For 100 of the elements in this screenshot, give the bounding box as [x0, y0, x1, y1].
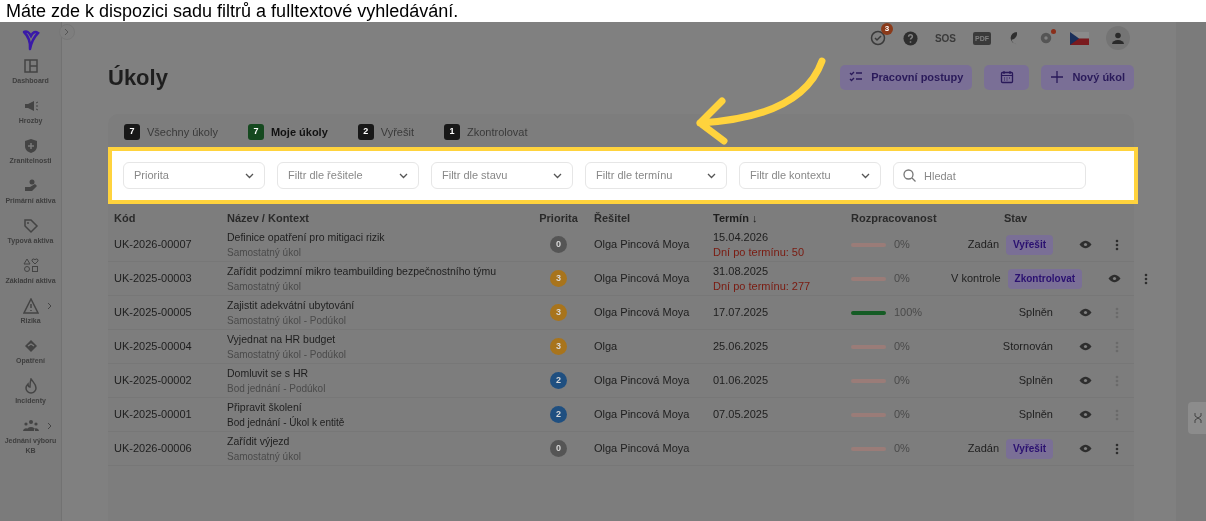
tab[interactable]: 1 Zkontrolovat	[444, 123, 528, 141]
more-icon[interactable]	[1144, 272, 1149, 285]
toolbar-button[interactable]: Pracovní postupy	[840, 64, 973, 90]
plus-icon	[1050, 70, 1065, 84]
search-icon	[903, 169, 916, 182]
flag-icon[interactable]	[1070, 31, 1089, 45]
notification-badge: 3	[880, 23, 893, 35]
filter-dropdown[interactable]: Filtr dle kontextu	[739, 162, 881, 189]
status-text: Splněn	[1018, 407, 1053, 423]
help-icon[interactable]	[902, 30, 918, 46]
table-cell-text: UK-2025-00004	[113, 339, 193, 355]
filter-dropdown[interactable]: Filtr dle řešitele	[277, 162, 419, 189]
task-name: Připravit školení	[227, 399, 303, 415]
count-badge: 7	[247, 124, 264, 140]
column-header[interactable]: Kód	[108, 209, 227, 227]
column-header[interactable]: Stav	[951, 209, 1134, 227]
caption-text: Máte zde k dispozici sadu filtrů a fulltextové vyhledávání.	[6, 0, 459, 22]
eye-icon[interactable]	[1079, 410, 1092, 419]
chevron-down-icon	[399, 172, 408, 179]
more-icon[interactable]	[1115, 238, 1119, 251]
table-cell-text: UK-2026-00007	[113, 237, 193, 253]
toolbar-button[interactable]: Nový úkol	[1041, 64, 1134, 90]
task-name: Zajistit adekvátní ubytování	[227, 297, 356, 313]
tag-icon	[22, 218, 39, 234]
table-cell-text: Olga	[594, 339, 619, 355]
warning-icon	[22, 298, 39, 314]
chevron-down-icon	[553, 172, 562, 179]
people-icon	[22, 418, 39, 434]
settings-icon[interactable]	[1039, 31, 1053, 45]
eye-icon[interactable]	[1079, 240, 1092, 249]
table-cell-text: Olga Pincová Moya	[594, 407, 691, 423]
chevron-down-icon	[707, 172, 716, 179]
eye-icon[interactable]	[1079, 342, 1092, 351]
table-cell-text: Olga Pincová Moya	[594, 271, 691, 287]
calendar-button[interactable]	[984, 64, 1030, 90]
table-cell-text: Olga Pincová Moya	[594, 305, 691, 321]
status-text: V kontrole	[951, 271, 1001, 287]
chevron-right-icon	[46, 302, 52, 310]
deadline-text: 17.07.2025	[713, 305, 770, 320]
megaphone-icon	[22, 98, 39, 114]
deadline-text: 31.08.2025	[713, 263, 770, 279]
column-header[interactable]: Název / Kontext	[227, 209, 523, 227]
logo-icon[interactable]	[21, 29, 40, 51]
sos-link[interactable]: SOS	[934, 30, 956, 46]
deadline-text: 25.06.2025	[713, 339, 770, 354]
status-text: Zadán	[967, 237, 999, 253]
chevron-down-icon	[245, 172, 254, 179]
calendar-icon	[999, 70, 1014, 84]
task-name: Definice opatření pro mitigaci rizik	[227, 229, 386, 245]
checklist-icon	[849, 70, 864, 84]
task-context: Bod jednání - Úkol k entitě	[227, 415, 346, 430]
column-header[interactable]: Řešitel	[594, 209, 713, 227]
column-header[interactable]: Termín ↓	[713, 209, 851, 227]
eye-icon[interactable]	[1079, 308, 1092, 317]
person-icon	[1112, 32, 1124, 44]
eye-icon[interactable]	[1079, 376, 1092, 385]
tab[interactable]: 7 Všechny úkoly	[124, 123, 218, 141]
avatar[interactable]	[1106, 26, 1130, 50]
count-badge: 7	[124, 124, 140, 140]
eye-icon[interactable]	[1108, 274, 1122, 283]
status-text: Zadán	[967, 441, 999, 457]
overdue-text: Dní po termínu: 277	[713, 278, 812, 294]
filter-dropdown[interactable]: Filtr dle stavu	[431, 162, 573, 189]
search-field[interactable]: Hledat	[893, 162, 1086, 189]
shapes-icon	[22, 258, 39, 274]
tab[interactable]: 2 Vyřešit	[357, 123, 414, 141]
column-header[interactable]: Rozpracovanost	[851, 209, 951, 227]
deadline-text: 07.05.2025	[713, 407, 770, 422]
action-button[interactable]: Vyřešit	[1006, 438, 1053, 459]
task-name: Zařídit podzimní mikro teambuilding bezpečnostního týmu	[227, 263, 498, 279]
table-cell-text: UK-2026-00006	[113, 441, 193, 457]
action-button[interactable]: Vyřešit	[1006, 234, 1053, 255]
hand-icon	[22, 178, 39, 194]
more-icon[interactable]	[1115, 442, 1119, 455]
check-circle-icon[interactable]	[869, 30, 886, 46]
table-cell-text: UK-2025-00003	[113, 271, 193, 287]
chevron-right-icon	[64, 28, 70, 36]
status-text: Splněn	[1018, 305, 1053, 321]
table-cell-text: Olga Pincová Moya	[594, 237, 691, 253]
deadline-text: 15.04.2026	[713, 229, 770, 245]
fire-icon	[22, 378, 39, 394]
expand-button[interactable]	[59, 24, 75, 40]
filter-dropdown[interactable]: Filtr dle termínu	[585, 162, 727, 189]
eye-icon[interactable]	[1079, 444, 1092, 453]
chevron-down-icon	[861, 172, 870, 179]
table-cell-text: Olga Pincová Moya	[594, 441, 691, 457]
task-name: Domluvit se s HR	[227, 365, 310, 381]
task-name: Zařídit výjezd	[227, 433, 291, 449]
count-badge: 2	[357, 124, 374, 140]
tab[interactable]: 7 Moje úkoly	[247, 123, 328, 141]
table-cell-text: UK-2025-00001	[113, 407, 193, 423]
dashboard-icon	[22, 58, 39, 74]
shield-icon	[22, 138, 39, 154]
filter-dropdown[interactable]: Priorita	[123, 162, 265, 189]
table-cell-text: UK-2025-00005	[113, 305, 193, 321]
table-cell-text: Olga Pincová Moya	[594, 373, 691, 389]
column-header[interactable]: Priorita	[523, 209, 594, 227]
task-name: Vyjednat na HR budget	[227, 331, 337, 347]
status-text: Stornován	[1002, 339, 1053, 355]
split-icon	[1194, 412, 1202, 424]
